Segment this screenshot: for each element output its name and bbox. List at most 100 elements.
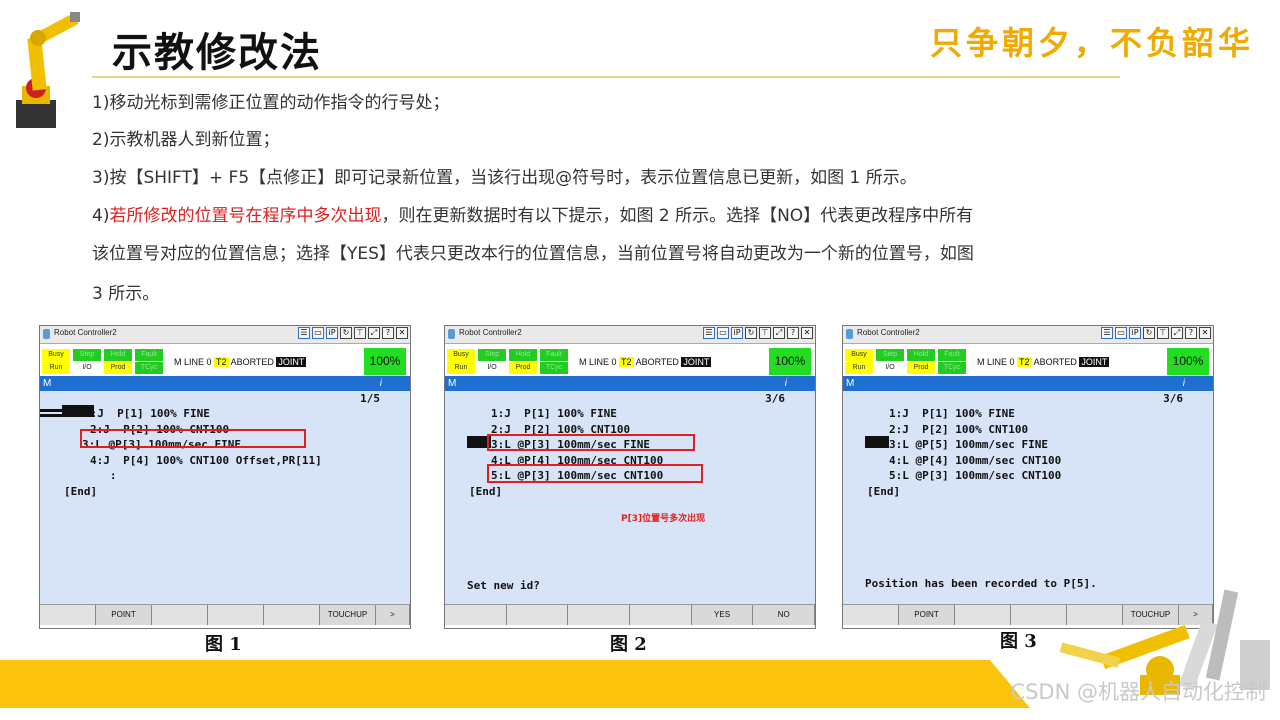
status-light: Busy [447, 349, 475, 361]
menu-icon[interactable]: ☰ [298, 327, 310, 339]
function-key-bar: YES NO [445, 604, 816, 625]
line-status: M LINE 0 [579, 357, 617, 367]
ip-icon[interactable]: iP [731, 327, 743, 339]
program-line[interactable]: [End] [867, 485, 900, 498]
window-titlebar: Robot Controller2 ☰ ▭ iP ↻ ⊤ ⤢? ✕ [40, 326, 410, 344]
program-state: ABORTED [635, 357, 679, 367]
program-menu-bar: Mi [445, 376, 815, 391]
status-light: Hold [104, 349, 132, 361]
function-key-next[interactable]: > [376, 605, 410, 625]
footer-bar [0, 660, 1030, 708]
status-line: M LINE 0 T2 ABORTED JOINT [174, 357, 307, 367]
program-line[interactable]: [End] [64, 485, 97, 498]
status-panel: Busy Step Hold Fault Run I/O Prod TCyc M LINE 0 … [40, 345, 410, 375]
status-line: M LINE 0 T2 ABORTED JOINT [977, 357, 1110, 367]
close-icon[interactable]: ✕ [801, 327, 813, 339]
program-line[interactable]: 1:J P[1] 100% FINE [84, 407, 210, 420]
function-key-point[interactable]: POINT [96, 605, 152, 625]
app-icon [448, 329, 455, 339]
program-line[interactable]: 5:L @P[3] 100mm/sec CNT100 [889, 469, 1061, 482]
status-light: Prod [104, 362, 132, 374]
function-key-point[interactable]: POINT [899, 605, 955, 625]
menu-icon[interactable]: ☰ [703, 327, 715, 339]
program-line[interactable]: : [90, 469, 117, 482]
status-light: Step [478, 349, 506, 361]
ip-icon[interactable]: iP [1129, 327, 1141, 339]
status-light: Run [42, 362, 70, 374]
close-icon[interactable]: ✕ [396, 327, 408, 339]
figure-1-screenshot: Robot Controller2 ☰ ▭ iP ↻ ⊤ ⤢? ✕ Busy Step Hold Fa… [39, 325, 411, 629]
pin-icon[interactable]: ⊤ [354, 327, 366, 339]
coord-badge: JOINT [1079, 357, 1110, 367]
keyboard-icon[interactable]: ▭ [717, 327, 729, 339]
function-key-no[interactable]: NO [753, 605, 816, 625]
refresh-icon[interactable]: ↻ [340, 327, 352, 339]
refresh-icon[interactable]: ↻ [1143, 327, 1155, 339]
window-title: Robot Controller2 [459, 328, 522, 337]
pin-icon[interactable]: ⊤ [759, 327, 771, 339]
pin-icon[interactable]: ⊤ [1157, 327, 1169, 339]
function-key-empty[interactable] [264, 605, 320, 625]
ip-icon[interactable]: iP [326, 327, 338, 339]
info-icon[interactable]: i [785, 376, 787, 391]
status-light: Run [845, 362, 873, 374]
highlight-box [80, 429, 306, 448]
keyboard-icon[interactable]: ▭ [312, 327, 324, 339]
function-key-touchup[interactable]: TOUCHUP [320, 605, 376, 625]
status-light: Prod [509, 362, 537, 374]
resize-icon[interactable]: ⤢ [773, 327, 785, 339]
coord-badge: JOINT [681, 357, 712, 367]
help-icon[interactable]: ? [1185, 327, 1197, 339]
menu-letter: M [43, 378, 52, 389]
status-light: TCyc [135, 362, 163, 374]
window-titlebar: Robot Controller2 ☰ ▭ iP ↻ ⊤ ⤢? ✕ [445, 326, 815, 344]
step-3-text: 3)按【SHIFT】+ F5【点修正】即可记录新位置，当该行出现@符号时，表示位… [92, 168, 917, 188]
keyboard-icon[interactable]: ▭ [1115, 327, 1127, 339]
function-key-empty[interactable] [568, 605, 631, 625]
function-key-empty[interactable] [630, 605, 692, 625]
program-state: ABORTED [1033, 357, 1077, 367]
menu-letter: M [448, 378, 457, 389]
status-panel: Busy Step Hold Fault Run I/O Prod TCyc M LINE 0 … [843, 345, 1213, 375]
resize-icon[interactable]: ⤢ [1171, 327, 1183, 339]
line-cursor [865, 436, 889, 448]
help-icon[interactable]: ? [787, 327, 799, 339]
step-4-text: 4)若所修改的位置号在程序中多次出现，则在更新数据时有以下提示，如图 2 所示。… [92, 197, 973, 236]
override-percent: 100% [1167, 348, 1209, 375]
program-line[interactable]: 1:J P[1] 100% FINE [889, 407, 1015, 420]
status-light: Run [447, 362, 475, 374]
program-line[interactable]: [End] [469, 485, 502, 498]
program-line[interactable]: 3:L @P[5] 100mm/sec FINE [889, 438, 1048, 451]
menu-icon[interactable]: ☰ [1101, 327, 1113, 339]
status-light: Step [73, 349, 101, 361]
status-line: M LINE 0 T2 ABORTED JOINT [579, 357, 712, 367]
step-2-text: 2)示教机器人到新位置； [92, 130, 280, 150]
help-icon[interactable]: ? [382, 327, 394, 339]
function-key-empty[interactable] [955, 605, 1011, 625]
status-light: I/O [73, 362, 101, 374]
function-key-empty[interactable] [208, 605, 264, 625]
program-editor: 3/6 1:J P[1] 100% FINE 2:J P[2] 100% CNT10… [445, 391, 815, 604]
info-icon[interactable]: i [380, 376, 382, 391]
line-status: M LINE 0 [977, 357, 1015, 367]
program-line[interactable]: 4:J P[4] 100% CNT100 Offset,PR[11] [90, 454, 322, 467]
close-icon[interactable]: ✕ [1199, 327, 1211, 339]
program-line[interactable]: 1:J P[1] 100% FINE [491, 407, 617, 420]
program-line[interactable]: 4:L @P[4] 100mm/sec CNT100 [889, 454, 1061, 467]
function-key-empty[interactable] [152, 605, 208, 625]
function-key-yes[interactable]: YES [691, 605, 754, 625]
mode-badge: T2 [214, 357, 229, 367]
line-counter: 1/5 [360, 392, 380, 405]
function-key-empty[interactable] [40, 605, 96, 625]
refresh-icon[interactable]: ↻ [745, 327, 757, 339]
resize-icon[interactable]: ⤢ [368, 327, 380, 339]
function-key-empty[interactable] [506, 605, 569, 625]
info-icon[interactable]: i [1183, 376, 1185, 391]
title-divider [92, 76, 1120, 78]
function-key-empty[interactable] [843, 605, 899, 625]
mode-badge: T2 [1017, 357, 1032, 367]
function-key-empty[interactable] [445, 605, 507, 625]
program-line[interactable]: 2:J P[2] 100% CNT100 [889, 423, 1028, 436]
status-light: Fault [135, 349, 163, 361]
status-panel: Busy Step Hold Fault Run I/O Prod TCyc M LINE 0 … [445, 345, 815, 375]
